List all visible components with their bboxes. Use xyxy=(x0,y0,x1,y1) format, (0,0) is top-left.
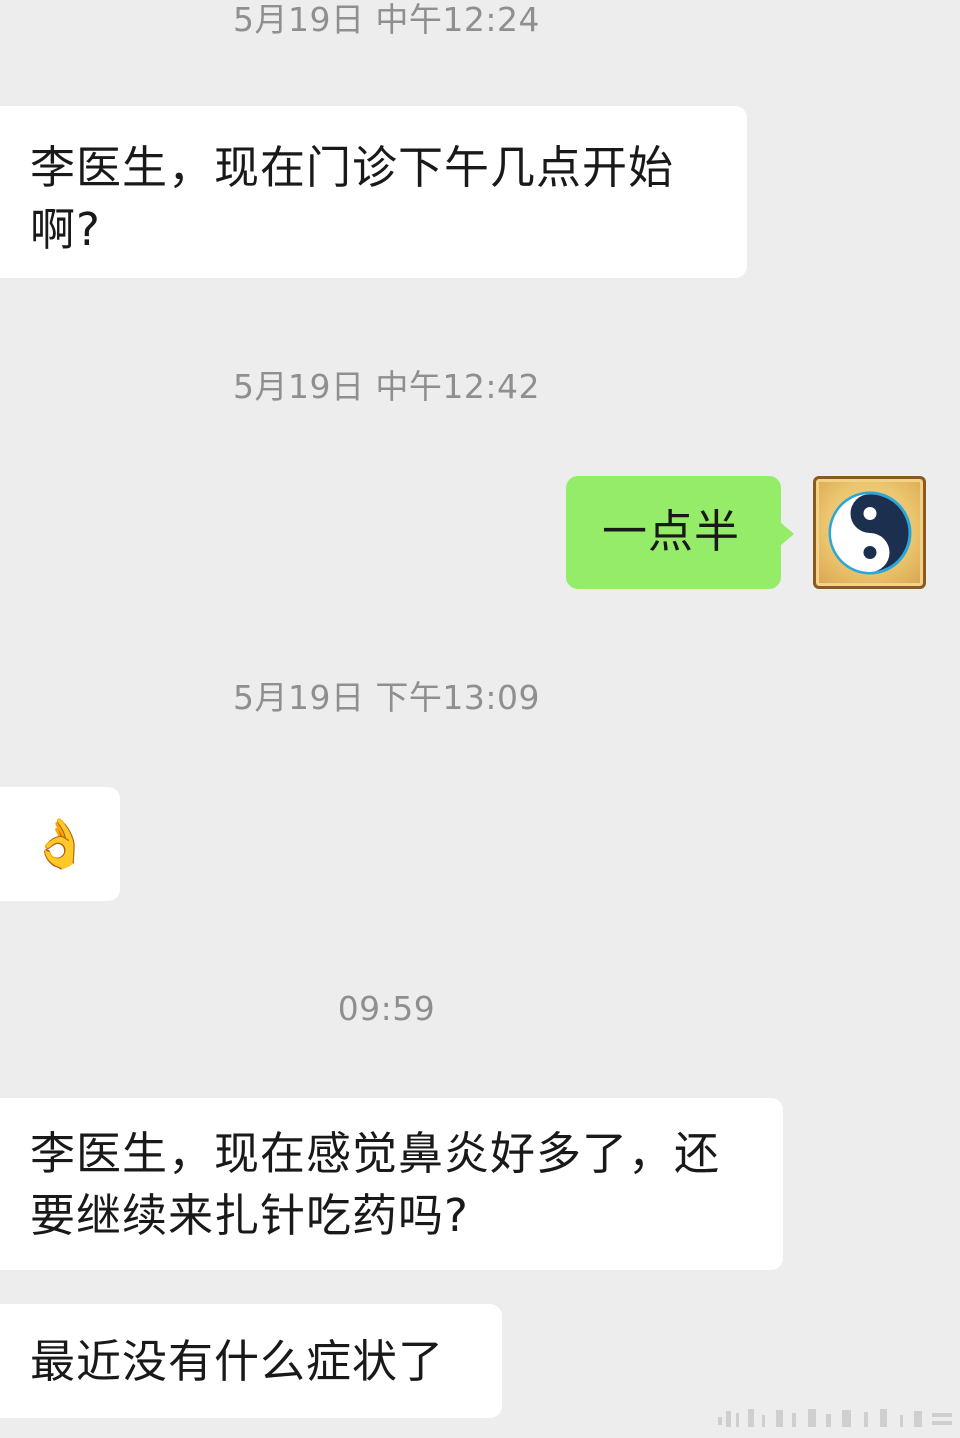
timestamp: 5月19日 中午12:42 xyxy=(232,367,541,406)
received-message-bubble[interactable]: 李医生，现在门诊下午几点开始 啊? xyxy=(0,106,747,278)
ok-hand-emoji: 👌 xyxy=(30,816,91,872)
message-text: 一点半 xyxy=(602,505,741,558)
sent-message-bubble[interactable]: 一点半 xyxy=(566,476,794,589)
message-text-line: 啊? xyxy=(30,203,101,256)
received-message-bubble[interactable]: 👌 xyxy=(0,787,120,901)
timestamp: 09:59 xyxy=(337,989,436,1028)
message-text-line: 要继续来扎针吃药吗? xyxy=(30,1189,469,1242)
received-message-bubble[interactable]: 最近没有什么症状了 xyxy=(0,1304,502,1418)
yin-yang-icon xyxy=(828,491,912,575)
timestamp: 5月19日 中午12:24 xyxy=(232,0,541,39)
message-text-line: 李医生，现在感觉鼻炎好多了，还 xyxy=(30,1127,721,1180)
user-avatar[interactable] xyxy=(813,476,926,589)
watermark-bars xyxy=(718,1409,952,1427)
message-text: 最近没有什么症状了 xyxy=(30,1335,445,1388)
received-message-bubble[interactable]: 李医生，现在感觉鼻炎好多了，还 要继续来扎针吃药吗? xyxy=(0,1098,783,1270)
timestamp: 5月19日 下午13:09 xyxy=(232,678,541,717)
message-text-line: 李医生，现在门诊下午几点开始 xyxy=(30,141,675,194)
